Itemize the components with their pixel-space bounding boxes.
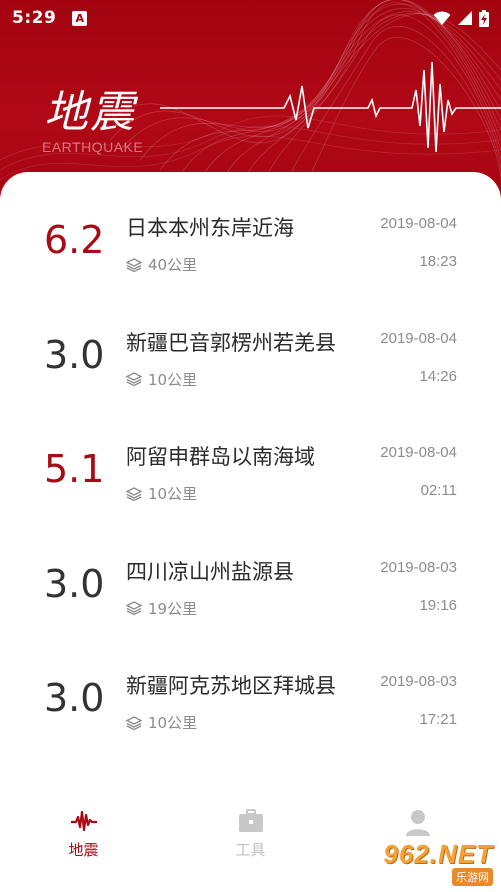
magnitude-label: 3.0 [44, 332, 105, 377]
layers-icon [126, 715, 142, 730]
location-label: 新疆阿克苏地区拜城县 [126, 674, 336, 698]
layers-icon [126, 257, 142, 272]
tab-earthquake[interactable]: 地震 [0, 800, 167, 892]
status-bar: 5:29 A [0, 0, 501, 36]
earthquake-item[interactable]: 3.0 新疆巴音郭楞州若羌县 10公里 2019-08-04 14:26 [0, 287, 501, 402]
earthquake-item[interactable]: 6.2 日本本州东岸近海 40公里 2019-08-04 18:23 [0, 172, 501, 287]
layers-icon [126, 486, 142, 501]
location-label: 阿留申群岛以南海域 [126, 445, 315, 469]
depth-row: 19公里 [126, 598, 197, 619]
earthquake-list-card: 6.2 日本本州东岸近海 40公里 2019-08-04 18:23 3.0 新… [0, 172, 501, 892]
depth-row: 10公里 [126, 483, 197, 504]
magnitude-label: 3.0 [44, 676, 105, 720]
cell-signal-icon [458, 11, 472, 25]
header-banner: 5:29 A 地震 EARTHQUAKE [0, 0, 501, 200]
depth-row: 10公里 [126, 712, 197, 733]
notification-badge-icon: A [72, 10, 88, 26]
depth-label: 19公里 [148, 599, 198, 618]
person-icon [405, 810, 430, 836]
layers-icon [126, 372, 142, 386]
time-label: 14:26 [419, 367, 457, 385]
earthquake-list: 6.2 日本本州东岸近海 40公里 2019-08-04 18:23 3.0 新… [0, 172, 501, 745]
time-label: 19:16 [419, 596, 457, 614]
wifi-icon [433, 10, 451, 25]
depth-label: 40公里 [148, 256, 198, 274]
date-label: 2019-08-03 [380, 673, 457, 690]
magnitude-label: 3.0 [44, 561, 105, 606]
earthquake-item[interactable]: 3.0 四川凉山州盐源县 19公里 2019-08-03 19:16 [0, 516, 501, 631]
earthquake-item[interactable]: 3.0 新疆阿克苏地区拜城县 10公里 2019-08-03 17:21 [0, 630, 501, 745]
watermark-logo-text: 962.NET [383, 839, 493, 869]
watermark-site-name: 乐游网 [452, 868, 493, 886]
tab-tools[interactable]: 工具 [167, 800, 334, 892]
depth-row: 40公里 [126, 254, 197, 275]
seismograph-icon [70, 810, 97, 832]
tab-label: 地震 [68, 841, 99, 859]
depth-label: 10公里 [148, 714, 198, 732]
battery-charging-icon [479, 9, 489, 27]
date-label: 2019-08-04 [380, 329, 457, 347]
location-label: 新疆巴音郭楞州若羌县 [126, 330, 336, 355]
date-label: 2019-08-04 [380, 444, 457, 461]
depth-label: 10公里 [148, 485, 198, 503]
toolbox-icon [238, 809, 263, 832]
magnitude-label: 6.2 [44, 218, 105, 262]
status-time: 5:29 [12, 8, 57, 28]
page-title: 地震 [44, 87, 136, 138]
date-label: 2019-08-03 [380, 558, 457, 576]
date-label: 2019-08-04 [380, 215, 457, 232]
depth-row: 10公里 [126, 369, 197, 390]
site-watermark: 962.NET 乐游网 [383, 839, 493, 886]
time-label: 02:11 [420, 482, 457, 499]
location-label: 日本本州东岸近海 [126, 216, 294, 240]
tab-label: 工具 [235, 841, 266, 859]
earthquake-item[interactable]: 5.1 阿留申群岛以南海域 10公里 2019-08-04 02:11 [0, 401, 501, 516]
location-label: 四川凉山州盐源县 [126, 559, 294, 584]
time-label: 17:21 [419, 711, 457, 728]
status-icons [433, 9, 489, 27]
layers-icon [126, 601, 142, 615]
page-subtitle: EARTHQUAKE [42, 139, 144, 155]
depth-label: 10公里 [148, 370, 198, 389]
magnitude-label: 5.1 [44, 447, 105, 491]
time-label: 18:23 [419, 253, 457, 270]
